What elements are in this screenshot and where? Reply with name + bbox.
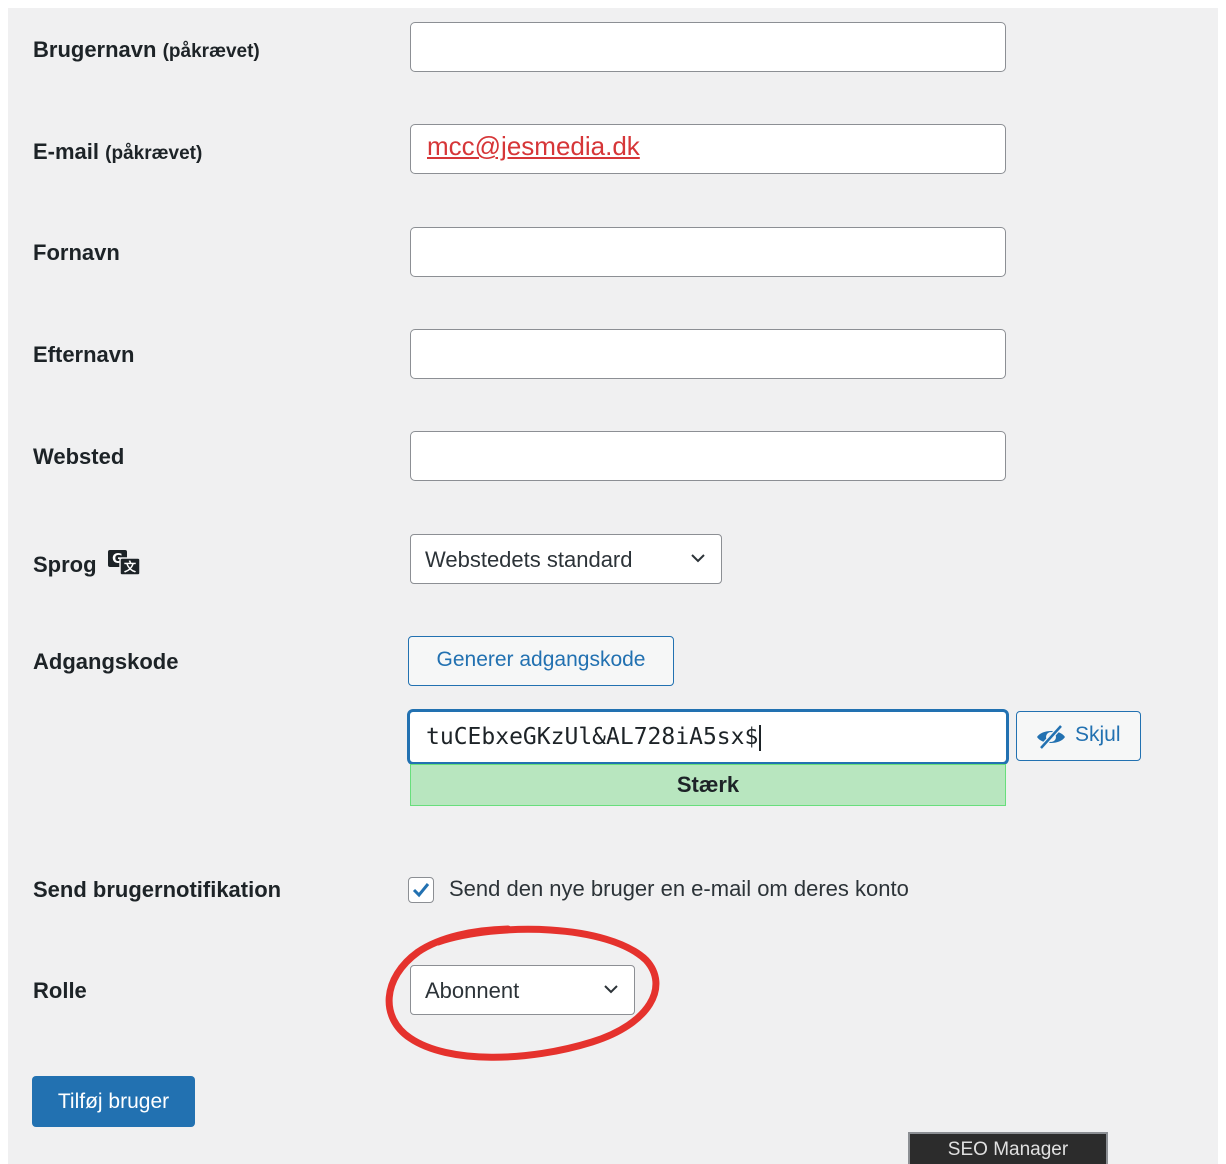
text-caret (759, 724, 762, 751)
email-label: E-mail (påkrævet) (33, 139, 203, 164)
email-value: mcc@jesmedia.dk (427, 131, 640, 161)
website-input[interactable] (410, 431, 1006, 481)
svg-text:文: 文 (124, 559, 137, 574)
language-select[interactable]: Webstedets standard (410, 534, 722, 584)
website-label: Websted (33, 444, 125, 469)
password-input[interactable]: tuCEbxeGKzUl&AL728iA5sx$ (408, 710, 1008, 764)
password-strength-meter: Stærk (410, 764, 1006, 806)
lastname-input[interactable] (410, 329, 1006, 379)
eye-slash-icon (1037, 724, 1065, 750)
annotation-circle (385, 925, 660, 1061)
notification-checkbox-label[interactable]: Send den nye bruger en e-mail om deres k… (449, 876, 909, 902)
generate-password-button[interactable]: Generer adgangskode (408, 636, 674, 686)
checkmark-icon (412, 883, 430, 898)
hide-password-button[interactable]: Skjul (1016, 711, 1141, 761)
add-user-form: Brugernavn (påkrævet) E-mail (påkrævet) … (8, 8, 1218, 1164)
email-input[interactable]: mcc@jesmedia.dk (410, 124, 1006, 174)
translation-icon: G 文 (107, 548, 141, 582)
seo-manager-tab[interactable]: SEO Manager (908, 1132, 1108, 1164)
lastname-label: Efternavn (33, 342, 135, 367)
language-label: Sprog G 文 (33, 548, 141, 582)
username-label: Brugernavn (påkrævet) (33, 37, 260, 62)
firstname-label: Fornavn (33, 240, 120, 265)
notification-label: Send brugernotifikation (33, 877, 282, 902)
add-user-button[interactable]: Tilføj bruger (32, 1076, 195, 1127)
send-notification-checkbox[interactable] (408, 877, 434, 903)
password-label: Adgangskode (33, 649, 179, 674)
role-label: Rolle (33, 978, 87, 1003)
username-input[interactable] (410, 22, 1006, 72)
firstname-input[interactable] (410, 227, 1006, 277)
chevron-down-icon (691, 554, 705, 563)
